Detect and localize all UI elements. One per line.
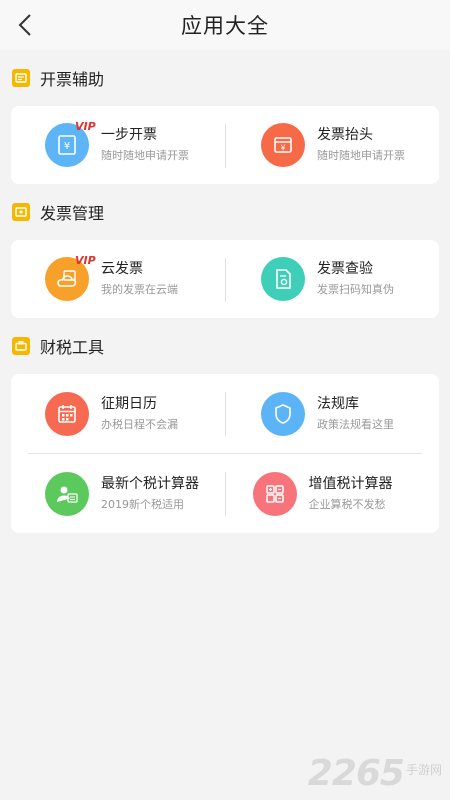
back-button[interactable]	[10, 10, 40, 40]
item-subtitle: 我的发票在云端	[101, 283, 178, 296]
item-title: 发票抬头	[317, 127, 373, 143]
watermark-text: 手游网	[405, 763, 442, 777]
item-subtitle: 发票扫码知真伪	[317, 283, 394, 296]
personal-tax-calculator-item[interactable]: 最新个税计算器 2019新个税适用	[28, 454, 215, 533]
one-step-invoice-item[interactable]: ¥ VIP 一步开票 随时随地申请开票	[11, 106, 223, 184]
section-header-invoice-assist: 开票辅助	[0, 50, 450, 106]
cloud-invoice-icon: VIP	[45, 254, 96, 301]
card-row: 征期日历 办税日程不会漏 法规库 政策法规看这里	[11, 374, 439, 453]
page-title: 应用大全	[181, 14, 269, 38]
vip-badge: VIP	[75, 254, 96, 267]
invoice-assist-card: ¥ VIP 一步开票 随时随地申请开票 ¥ 发票抬头 随时随地申请开票	[11, 106, 439, 184]
item-title: 云发票	[101, 261, 143, 277]
invoice-management-section-icon	[12, 203, 30, 221]
card-row: 最新个税计算器 2019新个税适用 增值税计算器 企业算税不发愁	[28, 453, 422, 533]
invoice-verify-icon	[261, 257, 305, 301]
invoice-yen-icon: ¥ VIP	[45, 120, 96, 167]
vip-badge: VIP	[75, 120, 96, 133]
cloud-invoice-item[interactable]: VIP 云发票 我的发票在云端	[11, 240, 223, 318]
item-subtitle: 随时随地申请开票	[101, 149, 189, 162]
item-title: 法规库	[317, 395, 359, 412]
item-title: 征期日历	[101, 395, 157, 412]
finance-tax-tools-card: 征期日历 办税日程不会漏 法规库 政策法规看这里 最新个税计算器 2019新个税…	[11, 374, 439, 533]
item-subtitle: 企业算税不发愁	[308, 497, 386, 511]
calendar-icon	[45, 391, 89, 436]
regulations-item[interactable]: 法规库 政策法规看这里	[223, 374, 439, 453]
svg-text:¥: ¥	[280, 144, 285, 153]
tax-calendar-item[interactable]: 征期日历 办税日程不会漏	[11, 374, 223, 453]
invoice-header-icon: ¥	[261, 123, 305, 167]
personal-tax-icon	[45, 471, 89, 516]
invoice-management-card: VIP 云发票 我的发票在云端 发票查验 发票扫码知真伪	[11, 240, 439, 318]
section-title: 开票辅助	[40, 70, 105, 89]
invoice-assist-section-icon	[12, 69, 30, 87]
item-title: 发票查验	[317, 261, 373, 277]
invoice-header-item[interactable]: ¥ 发票抬头 随时随地申请开票	[223, 106, 439, 184]
item-subtitle: 2019新个税适用	[101, 497, 184, 511]
item-subtitle: 政策法规看这里	[317, 417, 394, 431]
chevron-left-icon	[18, 14, 31, 36]
section-header-finance-tax-tools: 财税工具	[0, 318, 450, 374]
card-row: ¥ VIP 一步开票 随时随地申请开票 ¥ 发票抬头 随时随地申请开票	[11, 106, 439, 184]
watermark-number: 2265	[307, 753, 405, 794]
item-title: 增值税计算器	[308, 475, 393, 492]
header-bar: 应用大全	[0, 0, 450, 50]
law-shield-icon	[261, 391, 305, 436]
invoice-verify-item[interactable]: 发票查验 发票扫码知真伪	[223, 240, 439, 318]
section-title: 财税工具	[40, 338, 105, 357]
finance-tools-section-icon	[12, 337, 30, 355]
section-header-invoice-management: 发票管理	[0, 184, 450, 240]
vat-calculator-item[interactable]: 增值税计算器 企业算税不发愁	[215, 454, 423, 533]
item-subtitle: 随时随地申请开票	[317, 149, 405, 162]
site-watermark: 2265 手游网	[308, 756, 442, 792]
item-title: 一步开票	[101, 127, 157, 143]
calculator-icon	[252, 471, 297, 516]
item-subtitle: 办税日程不会漏	[101, 417, 178, 431]
svg-text:¥: ¥	[64, 141, 70, 152]
section-title: 发票管理	[40, 204, 105, 223]
card-row: VIP 云发票 我的发票在云端 发票查验 发票扫码知真伪	[11, 240, 439, 318]
item-title: 最新个税计算器	[101, 475, 199, 492]
